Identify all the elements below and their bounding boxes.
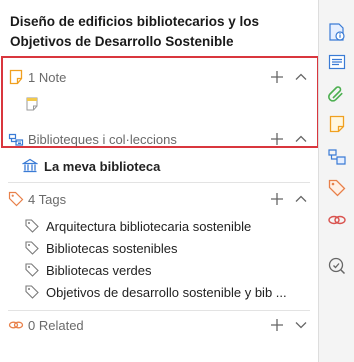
tag-row[interactable]: Bibliotecas sostenibles [24, 238, 178, 258]
tags-divider [8, 310, 310, 311]
collection-label: La meva biblioteca [44, 158, 161, 174]
tag-label: Bibliotecas sostenibles [46, 240, 178, 256]
notes-section-controls [270, 66, 308, 88]
tags-section-title: 4 Tags [28, 191, 67, 207]
add-tag-icon[interactable] [270, 192, 284, 206]
tag-icon [24, 284, 40, 300]
related-icon[interactable] [327, 210, 347, 230]
note-row[interactable] [24, 94, 46, 114]
item-title: Diseño de edificios bibliotecarios y los… [10, 14, 260, 49]
tags-section-header[interactable]: 4 Tags [8, 188, 66, 210]
side-nav [318, 0, 354, 362]
tag-row[interactable]: Objetivos de desarrollo sostenible y bib… [24, 282, 287, 302]
tag-label: Objetivos de desarrollo sostenible y bib… [46, 284, 287, 300]
tag-label: Arquitectura bibliotecaria sostenible [46, 218, 252, 234]
related-section-title: 0 Related [28, 317, 84, 333]
collapse-notes-icon[interactable] [294, 70, 308, 84]
collections-section-title: Biblioteques i col·leccions [28, 131, 177, 147]
related-section-header[interactable]: 0 Related [8, 314, 84, 336]
info-icon[interactable] [327, 22, 347, 42]
tag-row[interactable]: Bibliotecas verdes [24, 260, 152, 280]
tag-label: Bibliotecas verdes [46, 262, 152, 278]
tag-icon [24, 240, 40, 256]
notes-icon[interactable] [327, 114, 347, 134]
libraries-collections-icon[interactable] [327, 146, 347, 166]
tag-icon [8, 191, 24, 207]
collection-row-my-library[interactable]: La meva biblioteca [21, 156, 161, 176]
related-section-controls [270, 314, 308, 336]
libraries-collections-icon [8, 131, 24, 147]
tags-section-controls [270, 188, 308, 210]
tags-icon[interactable] [327, 178, 347, 198]
collections-section-controls [270, 128, 308, 150]
item-pane: Diseño de edificios bibliotecarios y los… [0, 0, 319, 362]
add-related-icon[interactable] [270, 318, 284, 332]
expand-related-icon[interactable] [294, 318, 308, 332]
tag-icon [24, 262, 40, 278]
collections-divider [8, 182, 310, 183]
add-note-icon[interactable] [270, 70, 284, 84]
related-icon [8, 317, 24, 333]
locate-icon[interactable] [327, 256, 347, 276]
attachments-icon[interactable] [327, 84, 347, 104]
tag-row[interactable]: Arquitectura bibliotecaria sostenible [24, 216, 251, 236]
tag-icon [24, 218, 40, 234]
note-item-icon [24, 96, 40, 112]
abstract-icon[interactable] [327, 52, 347, 72]
notes-section-header[interactable]: 1 Note [8, 66, 66, 88]
collapse-collections-icon[interactable] [294, 132, 308, 146]
collapse-tags-icon[interactable] [294, 192, 308, 206]
note-icon [8, 69, 24, 85]
collections-section-header[interactable]: Biblioteques i col·leccions [8, 128, 177, 150]
library-icon [21, 158, 39, 174]
notes-section-title: 1 Note [28, 69, 67, 85]
add-to-collection-icon[interactable] [270, 132, 284, 146]
